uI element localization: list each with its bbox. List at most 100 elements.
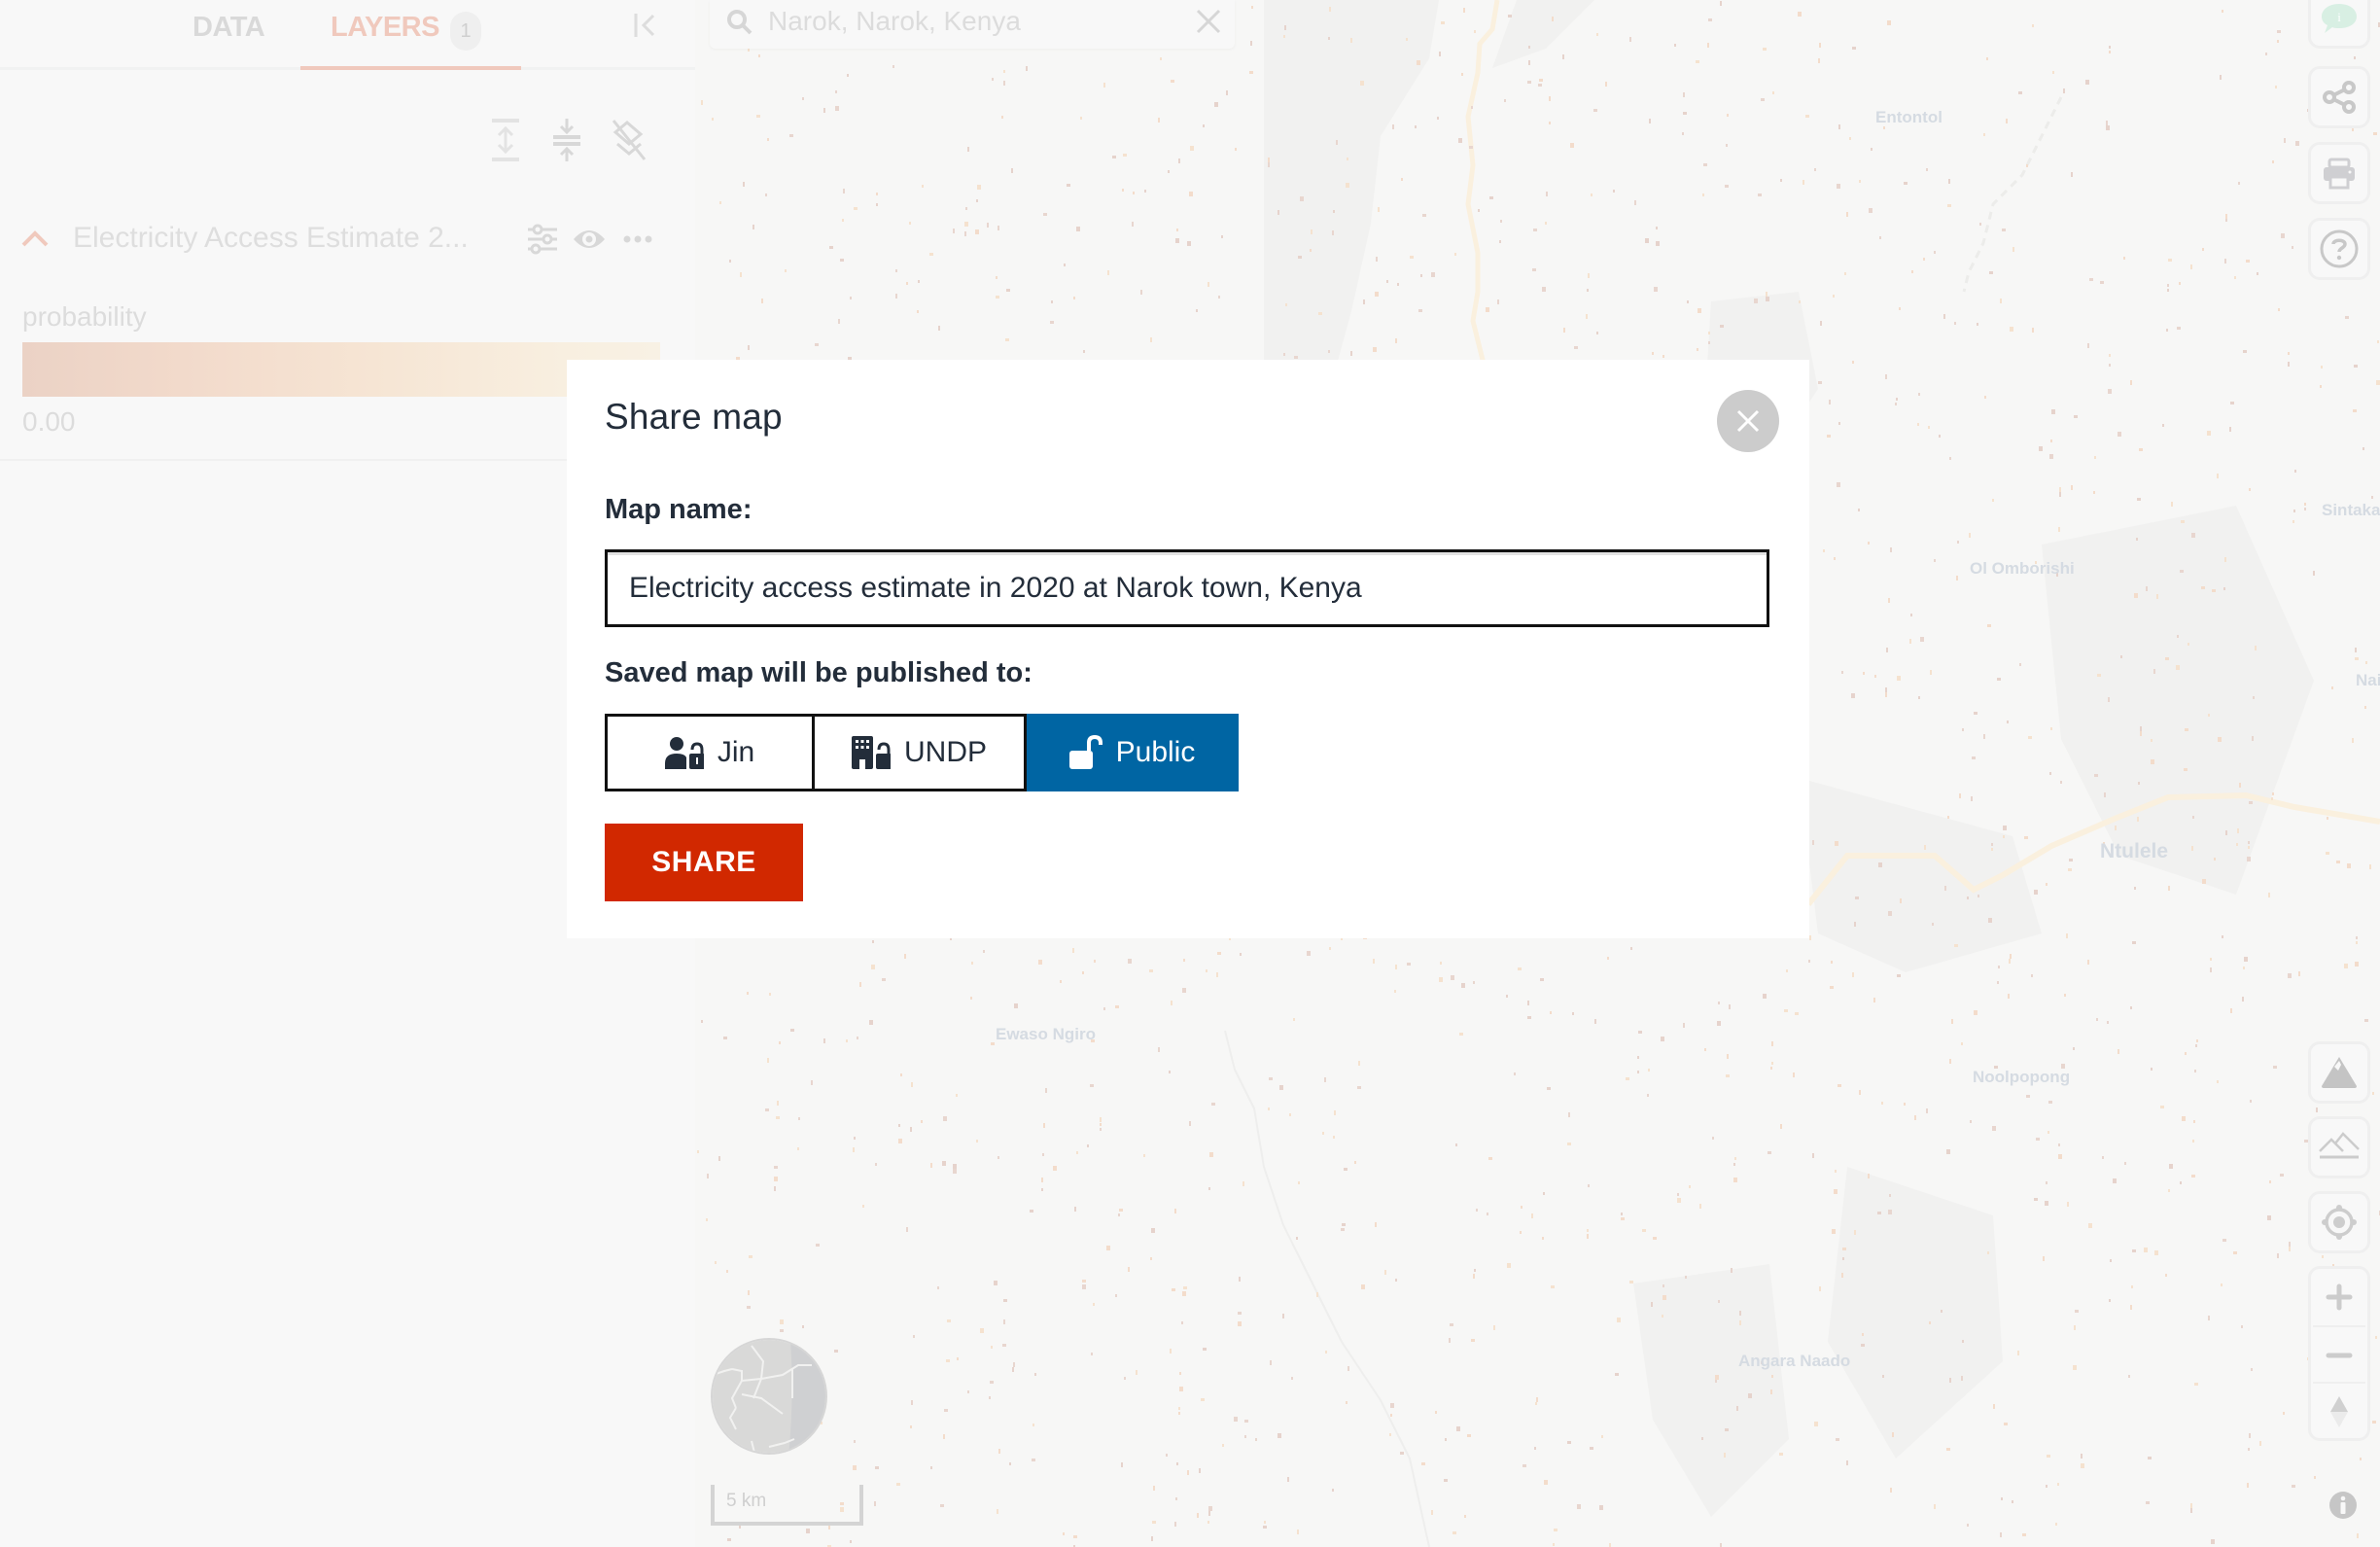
settlement-point <box>2292 520 2294 523</box>
share-button[interactable]: SHARE <box>605 824 803 901</box>
settlement-point <box>2032 24 2034 27</box>
more-options-icon[interactable] <box>620 222 655 257</box>
settlement-point <box>1859 180 1861 183</box>
settlement-point <box>2167 289 2169 292</box>
locate-button[interactable] <box>2308 1191 2370 1253</box>
settlement-point <box>1888 1210 1892 1214</box>
landscape-button[interactable] <box>2308 1116 2370 1178</box>
settlement-point <box>1357 1086 1361 1089</box>
zoom-out-button[interactable] <box>2311 1327 2367 1384</box>
settlement-point <box>2073 1047 2075 1050</box>
settlement-point <box>1435 1411 1437 1414</box>
close-dialog-button[interactable] <box>1717 390 1779 452</box>
settlement-point <box>854 207 858 210</box>
settlement-point <box>1818 58 1820 63</box>
help-button[interactable] <box>2308 218 2370 280</box>
settlement-point <box>1868 1174 1870 1178</box>
share-button[interactable] <box>2308 66 2370 128</box>
settlement-point <box>942 1161 946 1166</box>
settlement-point <box>1572 1012 1574 1015</box>
map-name-input[interactable] <box>605 549 1769 627</box>
settlement-point <box>1122 189 1124 192</box>
location-search[interactable]: Narok, Narok, Kenya <box>710 0 1235 49</box>
settlement-point <box>1546 192 1548 196</box>
settlement-point <box>2293 510 2295 512</box>
settlement-point <box>1208 282 1209 287</box>
settlement-point <box>1143 1154 1145 1157</box>
collapse-panel-button[interactable] <box>630 10 661 41</box>
settlement-point <box>2008 994 2010 999</box>
settlement-point <box>1805 115 1809 118</box>
settlement-point <box>2002 229 2006 231</box>
settlement-point <box>1332 1489 1334 1492</box>
settlement-point <box>1587 1229 1589 1232</box>
settlement-point <box>1634 200 1636 205</box>
attribution-info-button[interactable] <box>2326 1488 2361 1523</box>
settlement-point <box>2073 1365 2077 1370</box>
settlement-point <box>1500 220 1502 223</box>
settlement-point <box>2181 520 2185 523</box>
collapse-all-icon[interactable] <box>547 117 586 163</box>
settlement-point <box>1461 73 1463 76</box>
settlement-point <box>1630 947 1632 950</box>
settlement-point <box>2063 88 2065 93</box>
settlement-point <box>2071 172 2073 177</box>
expand-all-icon[interactable] <box>486 117 525 163</box>
settings-sliders-icon[interactable] <box>525 222 560 257</box>
settlement-point <box>1967 897 1969 899</box>
settlement-point <box>1892 1432 1894 1437</box>
settlement-point <box>1344 1168 1348 1171</box>
settlement-point <box>1473 981 1475 984</box>
settlement-point <box>1934 559 1936 562</box>
settlement-point <box>913 1335 915 1338</box>
settlement-point <box>765 1108 769 1111</box>
settlement-point <box>2188 643 2189 646</box>
settlement-point <box>1050 321 1054 324</box>
tab-layers[interactable]: LAYERS <box>331 12 439 44</box>
layer-name[interactable]: Electricity Access Estimate 2... <box>73 222 469 255</box>
tab-data[interactable]: DATA <box>192 12 265 44</box>
settlement-point <box>2225 214 2227 219</box>
settlement-point <box>2250 1100 2252 1103</box>
settlement-point <box>1487 1213 1488 1215</box>
settlement-point <box>2047 1455 2050 1458</box>
settlement-point <box>1450 1323 1453 1326</box>
settlement-point <box>707 1174 709 1178</box>
settlement-point <box>1072 948 1074 953</box>
settlement-point <box>2277 40 2279 43</box>
settlement-point <box>1637 1071 1639 1073</box>
settlement-point <box>790 1029 794 1032</box>
settlement-point <box>1452 1531 1456 1534</box>
layer-item[interactable]: Electricity Access Estimate 2... <box>0 216 695 264</box>
print-button[interactable] <box>2308 142 2370 204</box>
settlement-point <box>1830 986 1834 989</box>
publish-option-jin[interactable]: Jin <box>605 714 815 791</box>
visibility-eye-icon[interactable] <box>572 222 607 257</box>
settlement-point <box>811 1080 813 1085</box>
settlement-point <box>1698 308 1701 313</box>
search-input[interactable]: Narok, Narok, Kenya <box>768 6 1021 37</box>
zoom-in-button[interactable] <box>2311 1269 2367 1325</box>
terrain-button[interactable] <box>2308 1041 2370 1104</box>
publish-option-undp[interactable]: UNDP <box>815 714 1027 791</box>
settlement-point <box>1386 280 1388 283</box>
settlement-point <box>1170 1349 1172 1354</box>
settlement-point <box>1297 1529 1299 1534</box>
settlement-point <box>1897 974 1901 977</box>
active-tab-indicator <box>300 66 521 70</box>
chevron-up-icon[interactable] <box>19 224 51 251</box>
overview-minimap[interactable] <box>711 1338 827 1455</box>
settlement-point <box>967 1390 969 1393</box>
compass-button[interactable] <box>2311 1384 2367 1440</box>
publish-option-public[interactable]: Public <box>1027 714 1239 791</box>
close-icon[interactable] <box>1193 6 1224 37</box>
settlement-point <box>2225 830 2227 835</box>
settlement-point <box>1060 980 1062 983</box>
settlement-point <box>2243 967 2245 969</box>
settlement-point <box>1171 1001 1172 1005</box>
settlement-point <box>1818 381 1822 384</box>
feedback-button[interactable]: i <box>2308 0 2370 49</box>
hide-all-icon[interactable] <box>610 117 648 163</box>
settlement-point <box>1733 1163 1735 1166</box>
settlement-point <box>1178 1412 1180 1415</box>
